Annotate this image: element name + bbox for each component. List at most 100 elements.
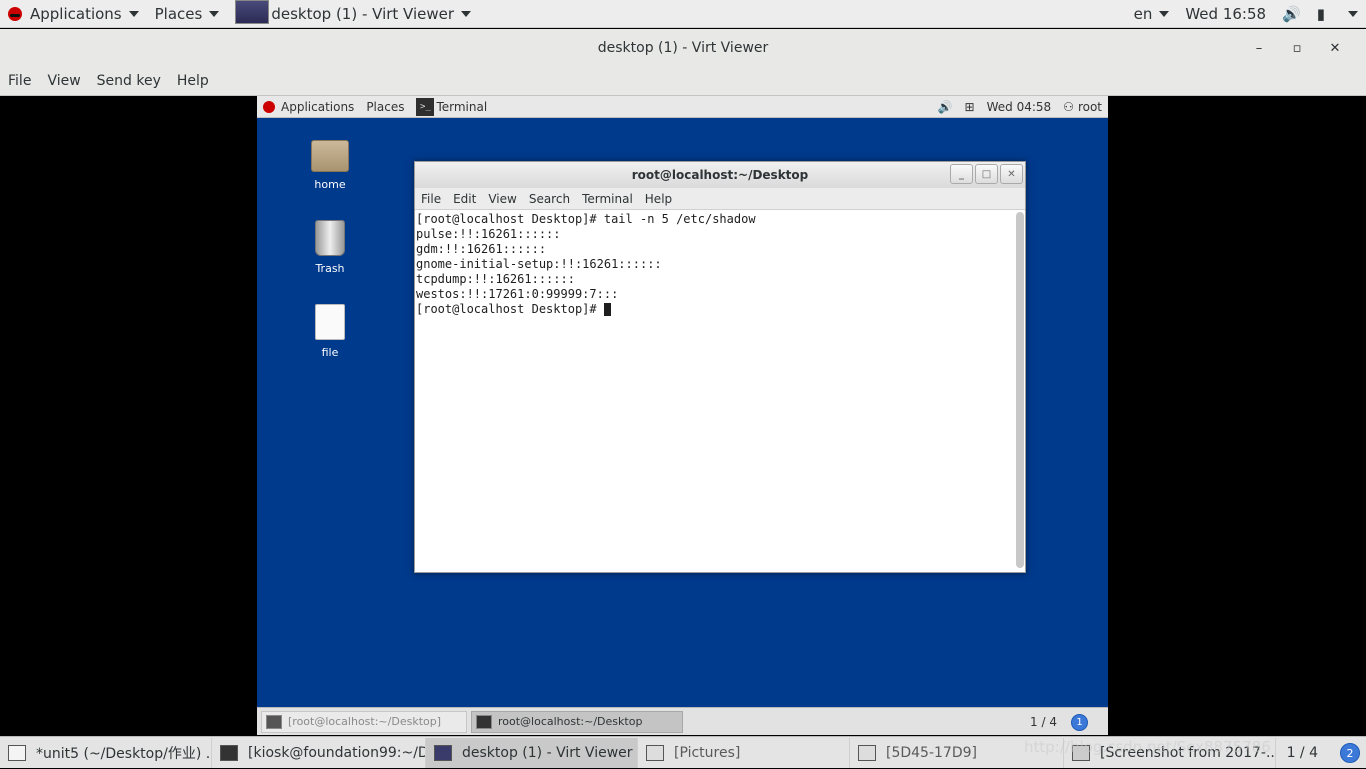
- terminal-menu-view[interactable]: View: [482, 192, 522, 206]
- minimize-button[interactable]: –: [1240, 41, 1278, 56]
- terminal-icon: [476, 714, 492, 729]
- desktop-icon-file[interactable]: file: [290, 304, 370, 359]
- app-menu[interactable]: desktop (1) - Virt Viewer: [227, 0, 479, 28]
- close-button[interactable]: ✕: [1316, 41, 1354, 56]
- terminal-line: westos:!!:17261:0:99999:7:::: [416, 287, 619, 301]
- virt-viewer-icon: [235, 0, 270, 24]
- guest-task-label: root@localhost:~/Desktop: [498, 715, 643, 728]
- terminal-icon: >_: [416, 97, 435, 116]
- terminal-icon: [266, 714, 282, 729]
- guest-applications-menu[interactable]: Applications: [257, 100, 360, 114]
- host-task-virt-viewer[interactable]: desktop (1) - Virt Viewer: [426, 737, 638, 768]
- guest-terminal-label: Terminal: [436, 99, 488, 114]
- desktop-icon-label: home: [314, 178, 346, 191]
- host-task-label: [Pictures]: [674, 744, 741, 761]
- chevron-down-icon: [1348, 10, 1358, 17]
- volume-icon[interactable]: 🔊: [1274, 0, 1309, 28]
- folder-icon: [646, 744, 664, 761]
- guest-user-label: root: [1077, 99, 1102, 114]
- terminal-menu-search[interactable]: Search: [523, 192, 576, 206]
- file-icon: [315, 304, 345, 340]
- places-label: Places: [154, 4, 203, 23]
- chevron-down-icon: [128, 10, 139, 17]
- guest-applications-label: Applications: [281, 99, 355, 114]
- menu-send-key[interactable]: Send key: [89, 73, 169, 89]
- terminal-menu-terminal[interactable]: Terminal: [576, 192, 639, 206]
- host-task-terminal[interactable]: [kiosk@foundation99:~/D...: [212, 737, 426, 768]
- host-task-label: *unit5 (~/Desktop/作业) ...: [36, 745, 212, 762]
- terminal-line: gnome-initial-setup:!!:16261::::::: [416, 257, 662, 271]
- guest-top-bar: Applications Places >_ Terminal 🔊 ⊞ Wed …: [257, 96, 1108, 118]
- host-task-label: [5D45-17D9]: [886, 744, 977, 761]
- terminal-window[interactable]: root@localhost:~/Desktop _ □ ✕ File Edit…: [414, 161, 1026, 573]
- places-menu[interactable]: Places: [147, 0, 228, 28]
- terminal-line: tcpdump:!!:16261::::::: [416, 272, 575, 286]
- terminal-prompt: [root@localhost Desktop]#: [416, 302, 604, 316]
- desktop-icon-label: file: [321, 346, 339, 359]
- notification-badge[interactable]: 1: [1071, 713, 1088, 731]
- terminal-titlebar[interactable]: root@localhost:~/Desktop _ □ ✕: [415, 162, 1025, 188]
- host-task-label: [kiosk@foundation99:~/D...: [248, 744, 426, 761]
- guest-volume-icon[interactable]: 🔊: [932, 100, 959, 114]
- desktop-icon-trash[interactable]: Trash: [290, 220, 370, 275]
- menu-bar: File View Send key Help: [0, 67, 1366, 96]
- menu-file[interactable]: File: [0, 73, 39, 89]
- host-task-pictures[interactable]: [Pictures]: [638, 737, 850, 768]
- redhat-icon: [263, 100, 275, 113]
- trash-icon: [315, 220, 345, 256]
- terminal-output[interactable]: [root@localhost Desktop]# tail -n 5 /etc…: [415, 210, 1015, 572]
- battery-icon[interactable]: ▮: [1309, 0, 1333, 28]
- language-selector[interactable]: en: [1126, 0, 1178, 28]
- clock[interactable]: Wed 16:58: [1177, 0, 1274, 28]
- host-top-bar: Applications Places desktop (1) - Virt V…: [0, 0, 1366, 28]
- guest-places-label: Places: [366, 99, 405, 114]
- guest-user-menu[interactable]: ⚇ root: [1057, 100, 1108, 114]
- guest-pager-label: 1 / 4: [1030, 715, 1057, 729]
- system-menu[interactable]: [1333, 0, 1366, 28]
- guest-network-icon[interactable]: ⊞: [959, 100, 981, 114]
- terminal-icon: [220, 744, 238, 761]
- text-editor-icon: [8, 744, 26, 761]
- terminal-line: pulse:!!:16261::::::: [416, 227, 561, 241]
- guest-display[interactable]: Applications Places >_ Terminal 🔊 ⊞ Wed …: [257, 96, 1108, 735]
- host-workspace-pager[interactable]: 1 / 4 2: [1287, 737, 1360, 769]
- virt-viewer-icon: [434, 744, 452, 761]
- watermark: http://blog.csdn.net/Sex8875786: [1024, 738, 1271, 756]
- terminal-title: root@localhost:~/Desktop: [631, 168, 809, 182]
- notification-badge[interactable]: 2: [1340, 743, 1360, 763]
- redhat-icon: [8, 6, 22, 21]
- applications-menu[interactable]: Applications: [0, 0, 147, 28]
- terminal-scrollbar[interactable]: [1016, 212, 1024, 568]
- terminal-line: [root@localhost Desktop]# tail -n 5 /etc…: [416, 212, 756, 226]
- guest-clock[interactable]: Wed 04:58: [981, 100, 1058, 114]
- guest-places-menu[interactable]: Places: [360, 100, 410, 114]
- guest-terminal-menu[interactable]: >_ Terminal: [410, 97, 493, 116]
- guest-workspace-pager[interactable]: 1 / 4 1: [1030, 708, 1088, 735]
- terminal-minimize-button[interactable]: _: [950, 164, 973, 184]
- menu-help[interactable]: Help: [169, 73, 217, 89]
- menu-view[interactable]: View: [39, 73, 88, 89]
- chevron-down-icon: [461, 10, 472, 17]
- chevron-down-icon: [209, 10, 220, 17]
- desktop-icon-home[interactable]: home: [290, 140, 370, 191]
- maximize-button[interactable]: ▫: [1278, 41, 1316, 56]
- guest-task-terminal-active[interactable]: root@localhost:~/Desktop: [471, 710, 683, 733]
- terminal-menu-bar: File Edit View Search Terminal Help: [415, 188, 1025, 210]
- terminal-cursor: [603, 303, 611, 316]
- language-label: en: [1133, 4, 1153, 23]
- guest-task-terminal-inactive[interactable]: [root@localhost:~/Desktop]: [261, 710, 467, 733]
- window-title: desktop (1) - Virt Viewer: [597, 40, 769, 56]
- terminal-maximize-button[interactable]: □: [975, 164, 998, 184]
- host-pager-label: 1 / 4: [1286, 745, 1318, 761]
- app-menu-label: desktop (1) - Virt Viewer: [271, 4, 455, 23]
- terminal-menu-edit[interactable]: Edit: [447, 192, 482, 206]
- terminal-menu-file[interactable]: File: [415, 192, 447, 206]
- chevron-down-icon: [1159, 10, 1170, 17]
- terminal-line: gdm:!!:16261::::::: [416, 242, 547, 256]
- host-task-editor[interactable]: *unit5 (~/Desktop/作业) ...: [0, 737, 212, 768]
- window-titlebar: desktop (1) - Virt Viewer – ▫ ✕: [0, 29, 1366, 67]
- applications-label: Applications: [30, 4, 122, 23]
- terminal-menu-help[interactable]: Help: [639, 192, 678, 206]
- desktop-icon-label: Trash: [315, 262, 345, 275]
- terminal-close-button[interactable]: ✕: [1000, 164, 1023, 184]
